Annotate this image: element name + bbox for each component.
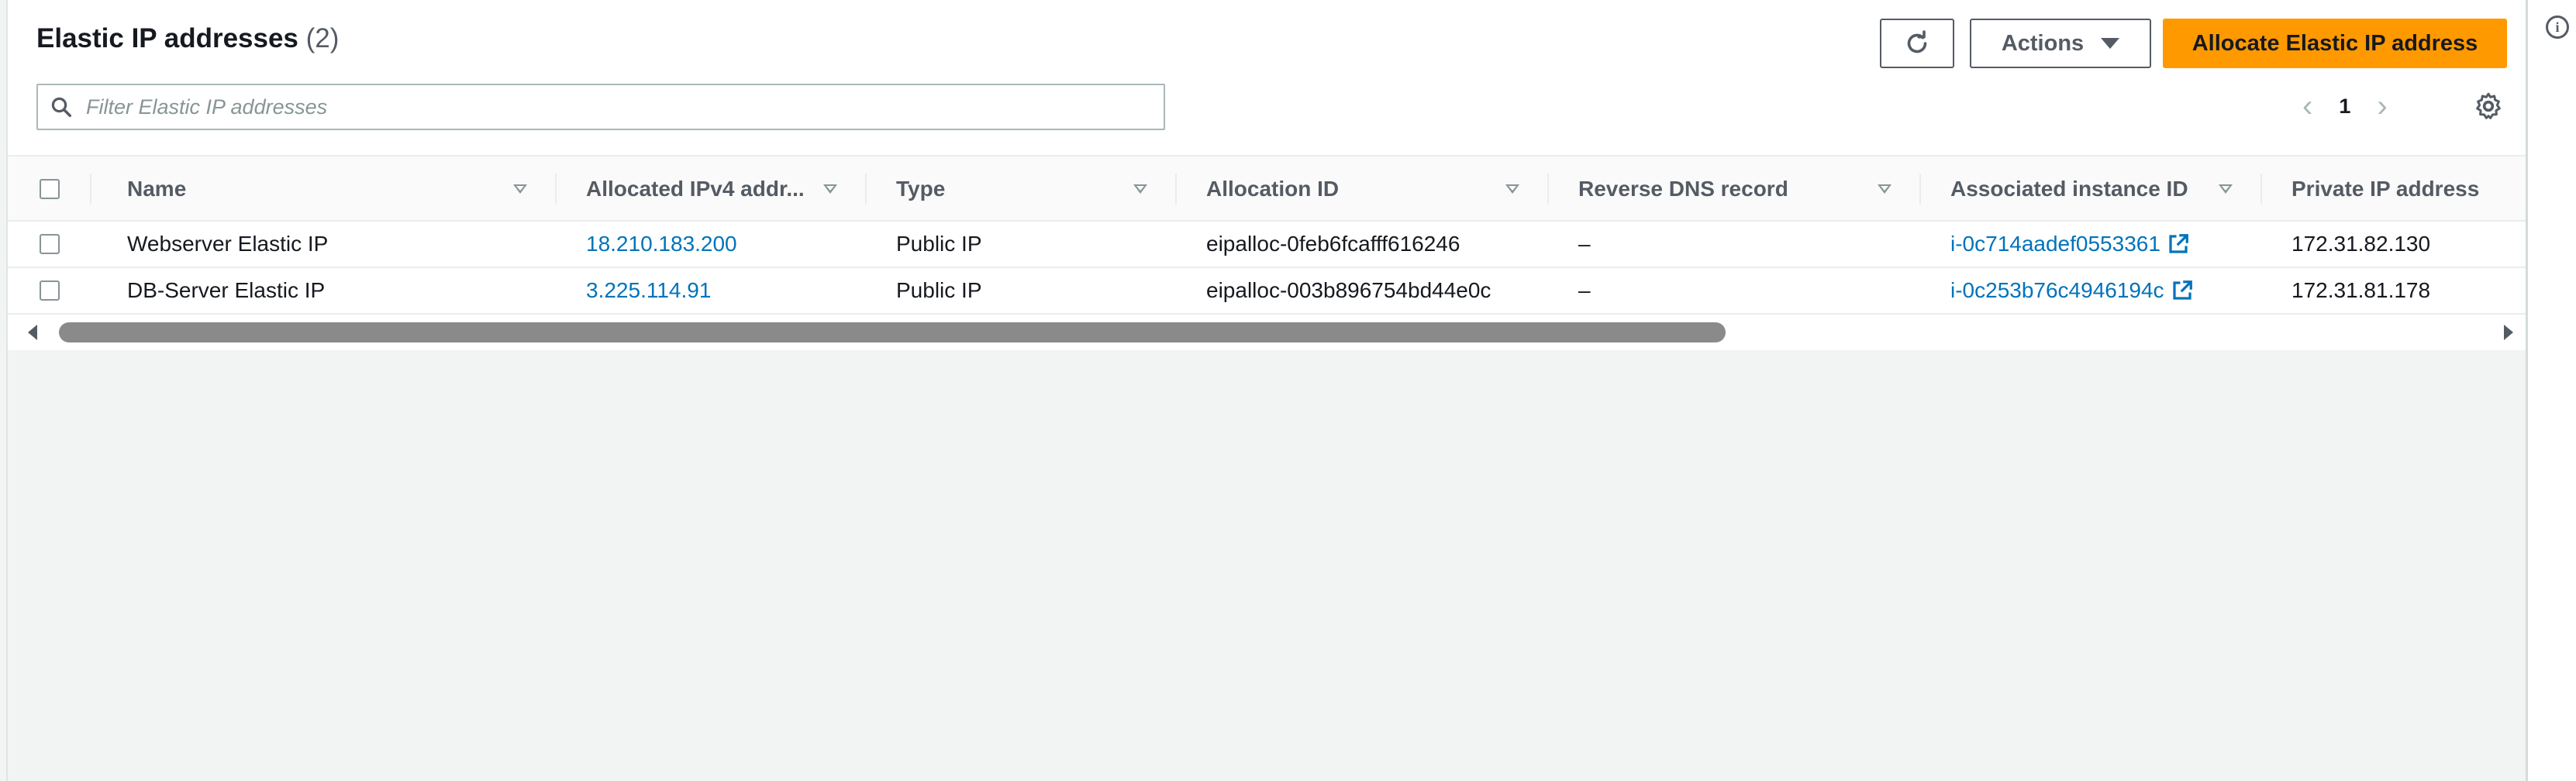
- filter-search-box[interactable]: [36, 84, 1165, 130]
- cell-instance-id[interactable]: i-0c714aadef0553361: [1950, 222, 2190, 267]
- column-header-ipv4[interactable]: Allocated IPv4 addr...: [557, 157, 867, 222]
- page-title: Elastic IP addresses (2): [36, 23, 339, 54]
- scroll-right-icon[interactable]: [2504, 325, 2513, 340]
- search-icon: [38, 85, 84, 129]
- cell-private-ip: 172.31.82.130: [2292, 232, 2431, 256]
- table-row[interactable]: Webserver Elastic IP 18.210.183.200 Publ…: [8, 222, 2526, 268]
- elastic-ip-table: Name Allocated IPv4 addr... Type Allocat…: [8, 155, 2526, 350]
- gear-icon[interactable]: [2473, 91, 2504, 122]
- select-all-checkbox[interactable]: [40, 179, 60, 199]
- actions-label: Actions: [2001, 30, 2085, 56]
- cell-ipv4-link[interactable]: 3.225.114.91: [586, 268, 711, 313]
- empty-content-area: [8, 350, 2526, 781]
- sort-icon[interactable]: [1133, 184, 1147, 194]
- refresh-icon: [1907, 30, 1927, 53]
- external-link-icon[interactable]: [2167, 232, 2190, 256]
- cell-reverse-dns: –: [1578, 278, 1591, 302]
- cell-instance-id[interactable]: i-0c253b76c4946194c: [1950, 268, 2194, 313]
- allocate-elastic-ip-button[interactable]: Allocate Elastic IP address: [2163, 19, 2507, 68]
- column-header-label: Reverse DNS record: [1578, 177, 1788, 201]
- split-panel-divider[interactable]: [2526, 0, 2528, 781]
- scrollbar-thumb[interactable]: [59, 322, 1726, 342]
- item-count: (2): [305, 23, 340, 53]
- table-row[interactable]: DB-Server Elastic IP 3.225.114.91 Public…: [8, 268, 2526, 315]
- actions-dropdown-button[interactable]: Actions: [1970, 19, 2151, 68]
- cell-private-ip: 172.31.81.178: [2292, 278, 2431, 302]
- cell-allocation-id: eipalloc-0feb6fcafff616246: [1206, 232, 1460, 256]
- column-header-label: Allocation ID: [1206, 177, 1340, 201]
- column-header-label: Name: [127, 177, 187, 201]
- sort-icon[interactable]: [2219, 184, 2233, 194]
- scroll-left-icon[interactable]: [28, 325, 37, 340]
- cell-allocation-id: eipalloc-003b896754bd44e0c: [1206, 278, 1491, 302]
- select-all-cell: [8, 157, 91, 222]
- table-header: Name Allocated IPv4 addr... Type Allocat…: [8, 155, 2526, 222]
- horizontal-scrollbar[interactable]: [8, 315, 2526, 350]
- sort-icon[interactable]: [1878, 184, 1891, 194]
- elastic-ip-panel: Elastic IP addresses (2) Actions Allocat…: [8, 0, 2526, 781]
- pagination: ‹ 1 ›: [2302, 87, 2388, 126]
- column-header-type[interactable]: Type: [867, 157, 1177, 222]
- refresh-button[interactable]: [1880, 19, 1954, 68]
- row-select-cell: [8, 268, 91, 313]
- row-checkbox[interactable]: [40, 280, 60, 301]
- cell-type: Public IP: [896, 232, 982, 256]
- column-header-private-ip[interactable]: Private IP address: [2262, 157, 2526, 222]
- instance-id-link[interactable]: i-0c253b76c4946194c: [1950, 278, 2164, 303]
- column-header-name[interactable]: Name: [91, 157, 557, 222]
- column-header-label: Associated instance ID: [1950, 177, 2188, 201]
- external-link-icon[interactable]: [2171, 279, 2194, 302]
- caret-down-icon: [2101, 38, 2120, 49]
- sort-icon[interactable]: [1505, 184, 1519, 194]
- cell-name: DB-Server Elastic IP: [127, 278, 326, 302]
- column-header-allocation-id[interactable]: Allocation ID: [1177, 157, 1549, 222]
- current-page-number[interactable]: 1: [2339, 95, 2350, 119]
- left-panel-edge: [0, 0, 8, 781]
- filter-input[interactable]: [84, 94, 1154, 120]
- allocate-label: Allocate Elastic IP address: [2191, 30, 2478, 56]
- info-icon[interactable]: i: [2546, 15, 2569, 39]
- cell-name: Webserver Elastic IP: [127, 232, 329, 256]
- next-page-icon[interactable]: ›: [2377, 91, 2387, 122]
- panel-header: Elastic IP addresses (2) Actions Allocat…: [8, 0, 2526, 155]
- instance-id-link[interactable]: i-0c714aadef0553361: [1950, 232, 2160, 256]
- column-header-label: Allocated IPv4 addr...: [586, 177, 805, 201]
- sort-icon[interactable]: [513, 184, 527, 194]
- page-title-text: Elastic IP addresses: [36, 23, 298, 53]
- cell-type: Public IP: [896, 278, 982, 302]
- column-header-label: Type: [896, 177, 946, 201]
- sort-icon[interactable]: [823, 184, 837, 194]
- column-header-reverse-dns[interactable]: Reverse DNS record: [1549, 157, 1921, 222]
- column-header-label: Private IP address: [2292, 177, 2480, 201]
- cell-reverse-dns: –: [1578, 232, 1591, 256]
- cell-ipv4-link[interactable]: 18.210.183.200: [586, 222, 737, 267]
- row-checkbox[interactable]: [40, 234, 60, 254]
- column-header-instance-id[interactable]: Associated instance ID: [1921, 157, 2262, 222]
- row-select-cell: [8, 222, 91, 267]
- previous-page-icon[interactable]: ‹: [2302, 91, 2312, 122]
